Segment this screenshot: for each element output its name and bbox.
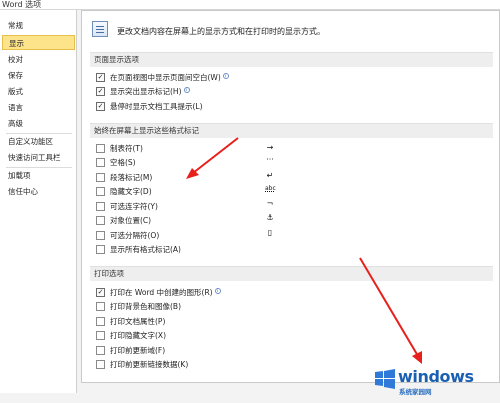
checkbox[interactable]: [96, 346, 105, 355]
option-label: 对象位置(C): [110, 216, 152, 225]
sidebar-item-add-ins[interactable]: 加载项: [0, 168, 77, 183]
sidebar-item-language[interactable]: 语言: [0, 100, 77, 115]
checkbox[interactable]: [96, 360, 105, 369]
watermark-brand: windows: [398, 367, 474, 386]
option-label: 打印隐藏文字(X): [110, 331, 166, 340]
sidebar-item-save[interactable]: 保存: [0, 68, 77, 83]
option-label: 段落标记(M): [110, 173, 153, 182]
checkbox[interactable]: [96, 144, 105, 153]
options-sidebar: 常规 显示 校对 保存 版式 语言 高级 自定义功能区 快速访问工具栏 加载项 …: [0, 10, 77, 393]
option-label: 打印前更新链接数据(K): [110, 360, 189, 369]
section-header-page-display: 页面显示选项: [90, 52, 493, 67]
checkbox[interactable]: [96, 231, 105, 240]
checkbox[interactable]: [96, 202, 105, 211]
option-label: 空格(S): [110, 158, 136, 167]
sidebar-item-customize-ribbon[interactable]: 自定义功能区: [0, 134, 77, 149]
option-label: 悬停时显示文档工具提示(L): [110, 102, 203, 111]
checkbox[interactable]: [96, 317, 105, 326]
option-label: 隐藏文字(D): [110, 187, 152, 196]
checkbox[interactable]: [96, 158, 105, 167]
checkbox[interactable]: [96, 187, 105, 196]
sidebar-item-advanced[interactable]: 高级: [0, 116, 77, 131]
sidebar-item-trust-center[interactable]: 信任中心: [0, 184, 77, 199]
info-icon: i: [214, 288, 221, 294]
checkbox[interactable]: [96, 173, 105, 182]
space-mark-symbol: ···: [266, 155, 274, 164]
option-label: 显示所有格式标记(A): [110, 245, 181, 254]
anchor-icon: ⚓: [266, 213, 274, 222]
paragraph-mark-symbol: ↵: [266, 171, 274, 180]
optional-break-symbol: ▯: [267, 228, 273, 237]
windows-logo-icon: [375, 369, 395, 389]
section-header-formatting-marks: 始终在屏幕上显示这些格式标记: [90, 123, 493, 138]
option-label: 可选分隔符(O): [110, 231, 160, 240]
sidebar-item-general[interactable]: 常规: [0, 18, 77, 33]
checkbox[interactable]: [96, 331, 105, 340]
sidebar-item-layout[interactable]: 版式: [0, 84, 77, 99]
checkbox[interactable]: [96, 216, 105, 225]
option-label: 打印背景色和图像(B): [110, 302, 181, 311]
page-description: 更改文档内容在屏幕上的显示方式和在打印时的显示方式。: [117, 27, 325, 36]
info-icon: i: [183, 87, 190, 93]
option-label: 打印文档属性(P): [110, 317, 166, 326]
title-bar: Word 选项: [0, 0, 500, 10]
tab-mark-symbol: →: [266, 143, 274, 152]
site-watermark: windows 系统家园网: [370, 364, 500, 403]
sidebar-item-quick-access-toolbar[interactable]: 快速访问工具栏: [0, 150, 77, 165]
checkbox[interactable]: ✓: [96, 73, 105, 82]
options-content-panel: 更改文档内容在屏幕上的显示方式和在打印时的显示方式。 页面显示选项 ✓ 在页面视…: [81, 10, 500, 383]
sidebar-item-display[interactable]: 显示: [2, 35, 75, 50]
hidden-text-symbol: abc: [265, 185, 276, 192]
option-label: 在页面视图中显示页面间空白(W): [110, 73, 221, 82]
sidebar-item-proofing[interactable]: 校对: [0, 52, 77, 67]
display-settings-icon: [92, 21, 108, 37]
optional-hyphen-symbol: ¬: [266, 199, 274, 208]
checkbox[interactable]: ✓: [96, 288, 105, 297]
info-icon: i: [222, 73, 229, 79]
checkbox[interactable]: ✓: [96, 87, 105, 96]
checkbox[interactable]: ✓: [96, 102, 105, 111]
option-label: 打印在 Word 中创建的图形(R): [110, 288, 213, 297]
section-header-print: 打印选项: [90, 266, 493, 281]
checkbox[interactable]: [96, 245, 105, 254]
option-label: 制表符(T): [110, 144, 143, 153]
option-label: 可选连字符(Y): [110, 202, 158, 211]
option-label: 打印前更新域(F): [110, 346, 166, 355]
checkbox[interactable]: [96, 302, 105, 311]
option-label: 显示突出显示标记(H): [110, 87, 182, 96]
window-title: Word 选项: [2, 0, 42, 9]
watermark-subtitle: 系统家园网: [399, 388, 432, 396]
